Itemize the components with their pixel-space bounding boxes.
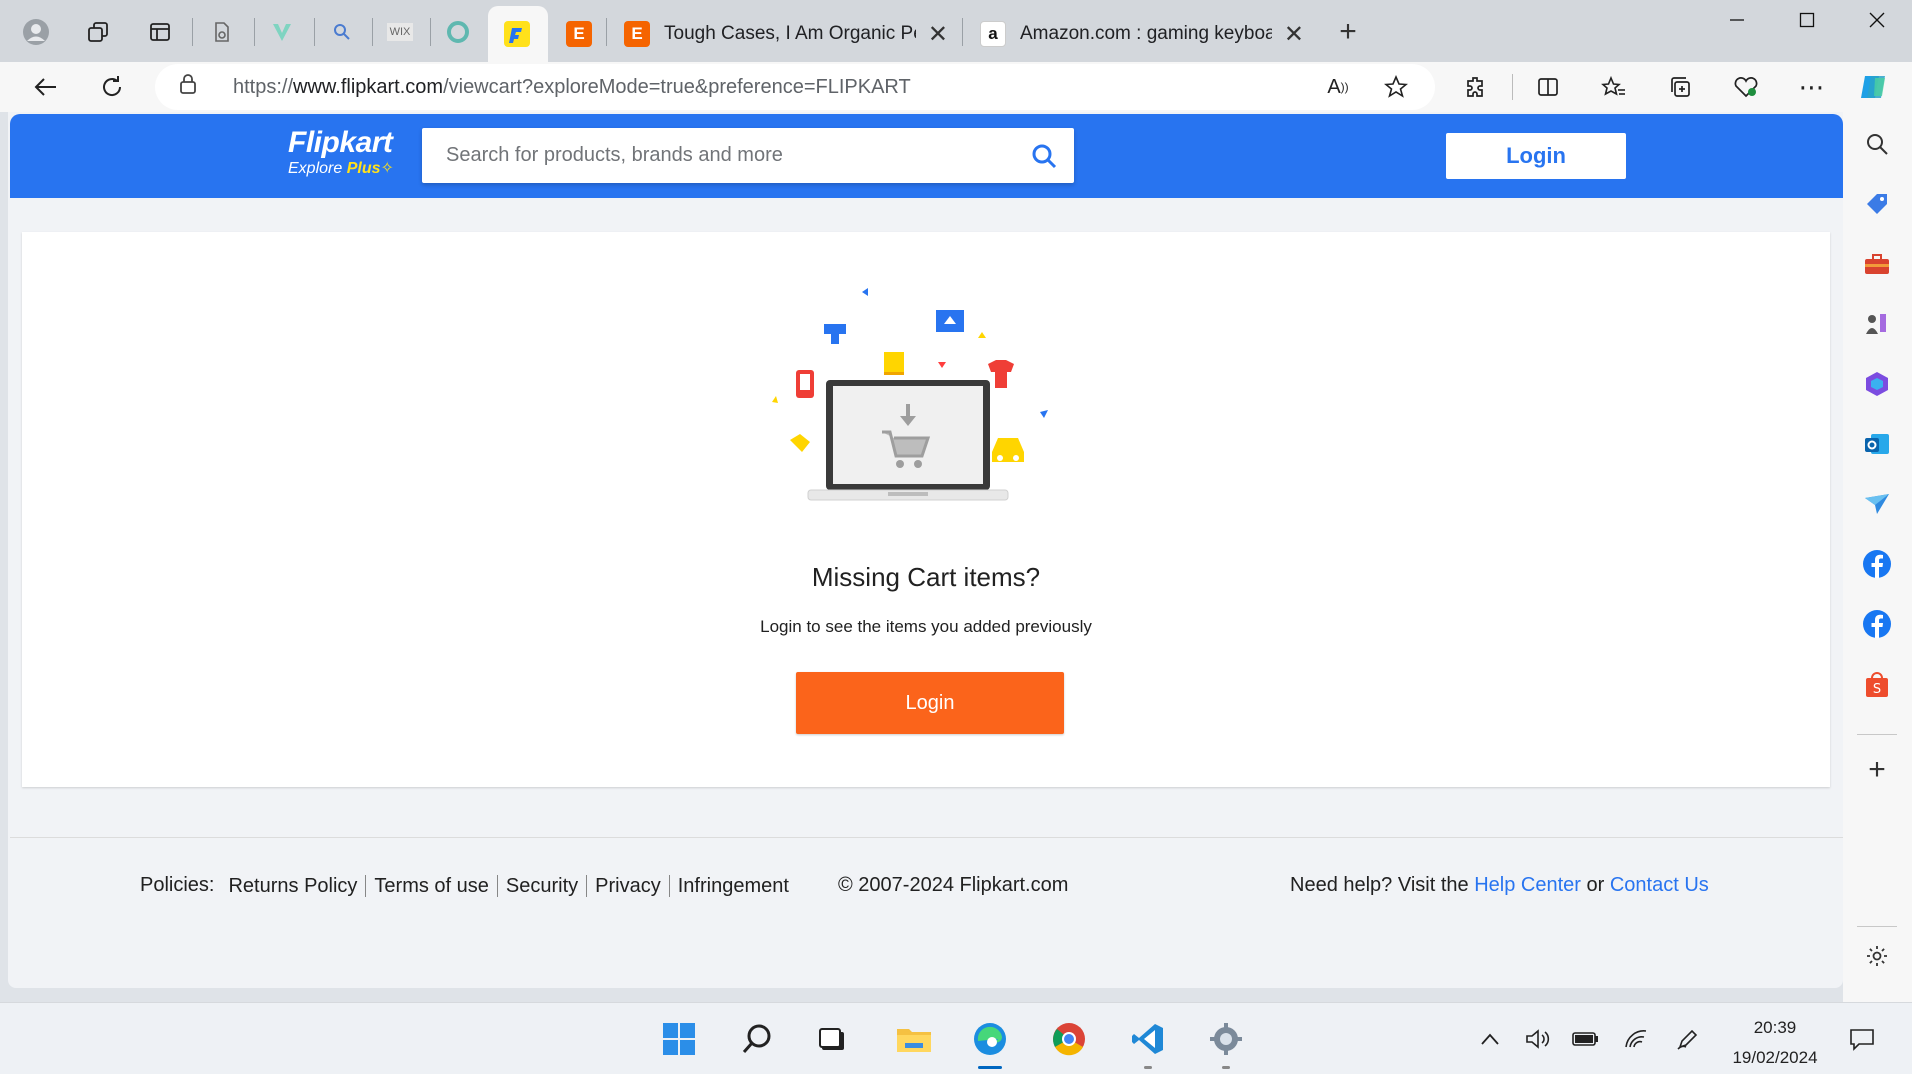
tab-amazon[interactable]: a Amazon.com : gaming keyboard ✕: [966, 6, 1318, 62]
chrome-icon[interactable]: [1047, 1017, 1091, 1061]
volume-icon[interactable]: [1522, 1023, 1554, 1055]
extensions-icon[interactable]: [1454, 65, 1498, 109]
file-explorer-icon[interactable]: [892, 1017, 936, 1061]
tab-actions-icon[interactable]: [138, 10, 182, 54]
facebook-icon[interactable]: [1859, 606, 1895, 642]
wifi-icon[interactable]: [1620, 1023, 1652, 1055]
vscode-icon[interactable]: [1126, 1017, 1170, 1069]
start-menu-icon[interactable]: [657, 1017, 701, 1061]
edge-sidebar: S +: [1843, 112, 1912, 1002]
facebook-icon[interactable]: [1859, 546, 1895, 582]
back-icon[interactable]: [24, 65, 68, 109]
show-hidden-icons-icon[interactable]: [1474, 1023, 1506, 1055]
pinned-tab-search-icon[interactable]: [320, 10, 364, 54]
empty-cart-title: Missing Cart items?: [811, 562, 1041, 592]
help-row: Need help? Visit the Help Center or Cont…: [1290, 874, 1709, 897]
tab-title: Amazon.com : gaming keyboard: [1020, 23, 1272, 44]
task-view-icon[interactable]: [810, 1017, 854, 1061]
clock-date: 19/02/2024: [1732, 1048, 1818, 1067]
page-viewport: Flipkart Explore Plus✧ Search for produc…: [8, 112, 1843, 988]
contact-us-link[interactable]: Contact Us: [1610, 874, 1709, 897]
favorites-icon[interactable]: [1592, 65, 1636, 109]
new-tab-icon[interactable]: +: [1326, 10, 1370, 54]
close-icon[interactable]: ✕: [928, 20, 948, 49]
empty-cart-card: Missing Cart items? Login to see the ite…: [22, 232, 1830, 787]
minimize-icon[interactable]: [1702, 0, 1772, 40]
split-screen-icon[interactable]: [1526, 65, 1570, 109]
games-icon[interactable]: [1859, 306, 1895, 342]
copyright: © 2007-2024 Flipkart.com: [838, 874, 1069, 896]
policy-link-security[interactable]: Security: [498, 874, 588, 897]
empty-cart-subtitle: Login to see the items you added previou…: [760, 617, 1092, 636]
browser-essentials-icon[interactable]: [1724, 65, 1768, 109]
more-options-icon[interactable]: ⋯: [1790, 65, 1834, 109]
tab-etsy-pinned[interactable]: E: [552, 6, 604, 62]
address-bar-row: https://www.flipkart.com/viewcart?explor…: [0, 62, 1912, 112]
flipkart-favicon-icon: [504, 21, 530, 47]
policy-link-privacy[interactable]: Privacy: [587, 874, 670, 897]
pen-icon[interactable]: [1672, 1023, 1704, 1055]
footer: Policies: Returns Policy Terms of use Se…: [10, 837, 1843, 987]
policy-link-returns[interactable]: Returns Policy: [220, 874, 367, 897]
clock[interactable]: 20:39 19/02/2024: [1720, 1013, 1830, 1073]
tab-etsy[interactable]: E Tough Cases, I Am Organic Peace ✕: [610, 6, 962, 62]
shopee-icon[interactable]: S: [1859, 666, 1895, 702]
tab-flipkart[interactable]: [488, 6, 548, 62]
empty-cart-illustration: [772, 288, 1048, 501]
taskbar: 20:39 19/02/2024: [0, 1002, 1912, 1074]
maximize-icon[interactable]: [1772, 0, 1842, 40]
battery-icon[interactable]: [1570, 1023, 1602, 1055]
search-input[interactable]: Search for products, brands and more: [446, 144, 1014, 167]
tab-title: Tough Cases, I Am Organic Peace: [664, 23, 916, 44]
tools-icon[interactable]: [1859, 246, 1895, 282]
taskbar-search-icon[interactable]: [735, 1017, 779, 1061]
policies-row: Policies: Returns Policy Terms of use Se…: [140, 874, 797, 897]
etsy-favicon-icon: E: [624, 21, 650, 47]
settings-taskbar-icon[interactable]: [1204, 1017, 1248, 1069]
pinned-tab-doc-icon[interactable]: [200, 10, 244, 54]
sidebar-search-icon[interactable]: [1859, 126, 1895, 162]
etsy-favicon-icon: E: [566, 21, 592, 47]
shopping-tag-icon[interactable]: [1859, 186, 1895, 222]
lock-icon[interactable]: [179, 73, 207, 101]
address-bar[interactable]: https://www.flipkart.com/viewcart?explor…: [155, 64, 1435, 110]
amazon-favicon-icon: a: [980, 21, 1006, 47]
close-window-icon[interactable]: [1842, 0, 1912, 40]
pinned-tab-wix-icon[interactable]: WIX: [378, 10, 422, 54]
refresh-icon[interactable]: [90, 65, 134, 109]
collections-icon[interactable]: [1658, 65, 1702, 109]
workspaces-icon[interactable]: [76, 10, 120, 54]
clock-time: 20:39: [1753, 1018, 1797, 1037]
add-sidebar-app-icon[interactable]: +: [1859, 752, 1895, 788]
policies-label: Policies:: [140, 874, 215, 896]
close-icon[interactable]: ✕: [1284, 20, 1304, 49]
flipkart-header: Flipkart Explore Plus✧ Search for produc…: [10, 114, 1843, 198]
edge-taskbar-icon[interactable]: [968, 1017, 1012, 1069]
favorite-star-icon[interactable]: [1374, 65, 1418, 109]
url-text: https://www.flipkart.com/viewcart?explor…: [233, 75, 911, 98]
sidebar-settings-icon[interactable]: [1859, 938, 1895, 974]
notifications-icon[interactable]: [1846, 1023, 1878, 1055]
pinned-tab-v-icon[interactable]: [260, 10, 304, 54]
read-aloud-icon[interactable]: A)): [1316, 65, 1360, 109]
outlook-icon[interactable]: [1859, 426, 1895, 462]
pinned-tab-circle-icon[interactable]: [436, 10, 480, 54]
copilot-icon[interactable]: [1852, 65, 1896, 109]
login-button[interactable]: Login: [796, 672, 1064, 734]
tab-bar: WIX E E Tough Cases, I Am Organic Peace …: [0, 0, 1912, 62]
svg-text:S: S: [1873, 682, 1881, 697]
help-center-link[interactable]: Help Center: [1474, 874, 1581, 897]
search-icon[interactable]: [1014, 143, 1074, 169]
policy-link-infringement[interactable]: Infringement: [670, 875, 797, 897]
header-login-button[interactable]: Login: [1446, 133, 1626, 179]
flipkart-logo[interactable]: Flipkart Explore Plus✧: [288, 126, 394, 178]
send-icon[interactable]: [1859, 486, 1895, 522]
policy-link-terms[interactable]: Terms of use: [366, 874, 498, 897]
search-box[interactable]: Search for products, brands and more: [422, 128, 1074, 183]
microsoft-365-icon[interactable]: [1859, 366, 1895, 402]
profile-icon[interactable]: [14, 10, 58, 54]
